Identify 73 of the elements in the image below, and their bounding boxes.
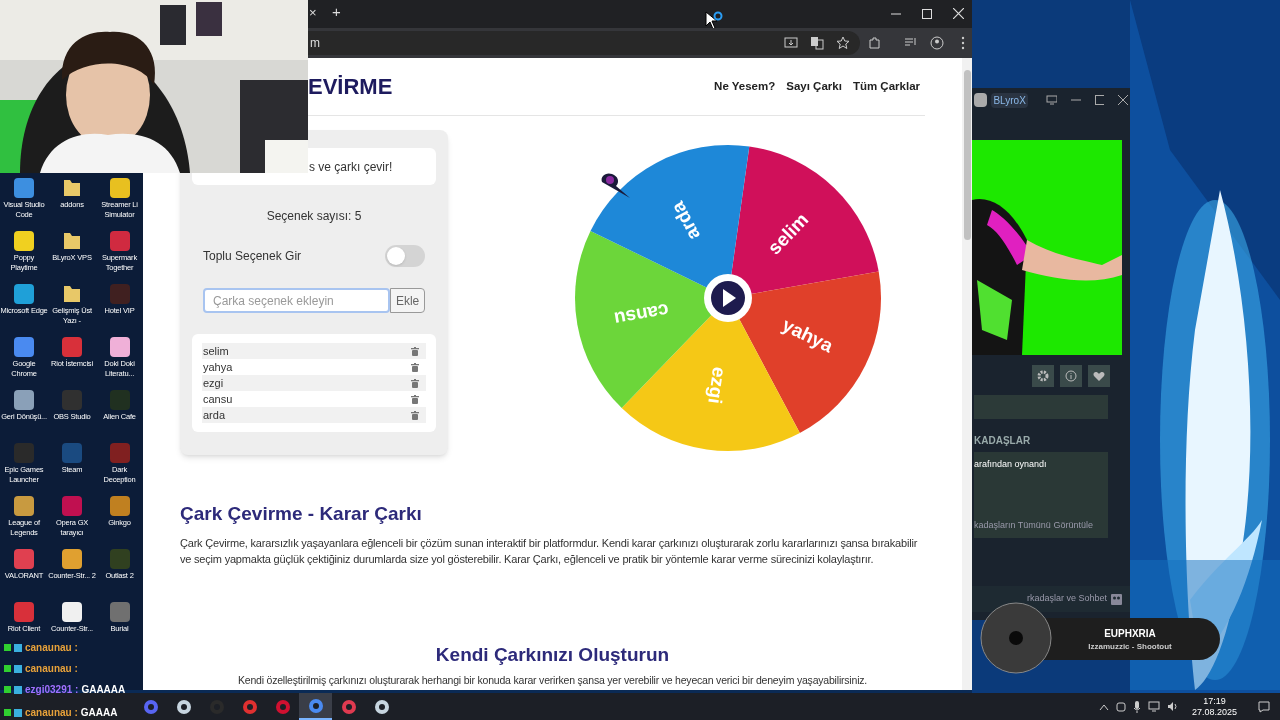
trash-icon[interactable] <box>411 378 419 388</box>
slice-label: ezgi <box>704 365 731 406</box>
address-bar[interactable]: m <box>308 31 860 55</box>
app-icon[interactable] <box>13 495 35 517</box>
trash-icon[interactable] <box>411 346 419 356</box>
app-icon <box>340 698 357 715</box>
section-heading: Çark Çevirme - Karar Çarkı <box>180 502 423 526</box>
install-icon[interactable] <box>784 36 798 50</box>
section-paragraph: Kendi özelleştirilmiş çarkınızı oluşturarak herhangi bir konuda karar verirken şansa yer verebilir ve heyecan verici bir deneyim yaşayabilirsiniz. <box>237 673 868 688</box>
folder-icon[interactable] <box>61 283 83 305</box>
chat-username: canaunau : <box>25 641 78 655</box>
slice-label: cansu <box>612 299 671 330</box>
chevron-up-icon[interactable] <box>1098 702 1109 711</box>
app-icon[interactable] <box>13 230 35 252</box>
app-icon[interactable] <box>61 601 83 623</box>
trash-icon[interactable] <box>411 410 419 420</box>
app-icon[interactable] <box>108 177 131 199</box>
option-label: ezgi <box>203 375 224 391</box>
nav-link[interactable]: Ne Yesem? <box>714 77 776 96</box>
app-icon[interactable] <box>13 283 35 305</box>
profile-icon[interactable] <box>930 36 944 50</box>
chat-username: canaunau : <box>25 662 78 676</box>
chat-message: GAAAA <box>80 706 118 720</box>
chat-username: ezgi03291 : <box>25 683 79 697</box>
address-text: m <box>310 35 320 52</box>
bulk-entry-toggle[interactable] <box>385 245 425 267</box>
chat-message: GAAAAA <box>81 683 126 697</box>
app-icon <box>373 698 390 715</box>
site-logo[interactable]: EVİRME <box>308 70 393 103</box>
nav-link[interactable]: Tüm Çarklar <box>852 77 920 96</box>
translate-icon[interactable] <box>810 36 824 50</box>
section-paragraph: Çark Çevirme, kararsızlık yaşayanlara eğlenceli bir çözüm sunan interaktif bir platformdur. Kendi karar çarkınızı oluşturarak zorlu kararlarınızı şansa bırakabilir ve seçim yapmakta güçlük çektiğiniz durumlarda size yol gösterebilir. Karar Çarkı, eğlenceli ve pratik bir yöntemle karar verme sürecinizi kolaylaştırır. <box>180 535 919 567</box>
app-icon <box>241 698 258 715</box>
nav-link[interactable]: Sayı Çarkı <box>786 77 842 96</box>
folder-icon[interactable] <box>61 177 83 199</box>
volume-icon[interactable] <box>1166 701 1179 712</box>
notification-icon[interactable] <box>1258 700 1270 713</box>
camera-icon[interactable] <box>1115 700 1126 713</box>
puzzle-icon[interactable] <box>868 36 882 50</box>
slice-label: arda <box>666 198 705 244</box>
bulk-entry-label: Toplu Seçenek Gir <box>203 248 302 265</box>
instruction-text: s ve çarkı çevir! <box>309 158 393 176</box>
folder-icon[interactable] <box>61 230 83 252</box>
option-count: Seçenek sayısı: 5 <box>266 208 362 225</box>
app-icon[interactable] <box>108 336 131 358</box>
cursor-icon <box>705 11 723 31</box>
clock-time[interactable]: 17:19 <box>1203 695 1226 707</box>
app-icon[interactable] <box>13 389 35 411</box>
new-tab-button[interactable]: + <box>332 4 341 20</box>
app-icon <box>175 698 192 715</box>
microphone-icon[interactable] <box>1132 700 1141 713</box>
trash-icon[interactable] <box>411 394 419 404</box>
tab-close-button[interactable]: × <box>309 5 317 21</box>
taskbar-button[interactable] <box>299 693 332 720</box>
section-heading: Kendi Çarkınızı Oluşturun <box>435 642 670 667</box>
clock-date[interactable]: 27.08.2025 <box>1191 706 1237 718</box>
app-icon <box>307 697 324 714</box>
app-icon[interactable] <box>61 548 83 570</box>
option-label: selim <box>203 343 229 359</box>
option-label: arda <box>203 407 226 423</box>
option-label: yahya <box>203 359 233 375</box>
app-icon <box>274 698 291 715</box>
chat-username: canaunau : <box>25 706 78 720</box>
pointer-icon <box>601 173 630 198</box>
play-button[interactable] <box>704 274 752 322</box>
option-label: cansu <box>203 391 233 407</box>
app-icon <box>142 698 159 715</box>
star-icon[interactable] <box>836 36 850 50</box>
trash-icon[interactable] <box>411 362 419 372</box>
scrollbar-thumb[interactable] <box>963 70 971 240</box>
add-button[interactable]: Ekle <box>390 288 425 313</box>
network-icon[interactable] <box>1147 701 1160 712</box>
option-input-field[interactable]: Çarka seçenek ekleyin <box>203 288 391 313</box>
